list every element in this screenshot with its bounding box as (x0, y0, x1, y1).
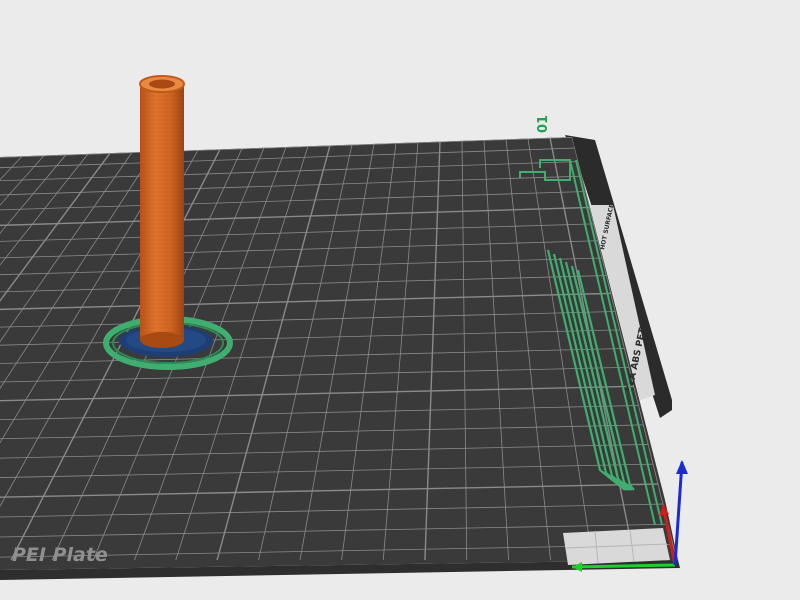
build-plate-scene[interactable]: PLA ABS PETG HOT SURFACE 01 PEI Plate (0, 0, 800, 600)
x-axis (571, 563, 676, 569)
cylinder-model[interactable] (139, 75, 185, 348)
plate-number: 01 (536, 115, 551, 133)
z-axis (673, 461, 684, 566)
3d-viewport[interactable]: PLA ABS PETG HOT SURFACE 01 PEI Plate (0, 0, 800, 600)
plate-name-label: PEI Plate (12, 544, 108, 566)
corner-pad (563, 528, 670, 565)
